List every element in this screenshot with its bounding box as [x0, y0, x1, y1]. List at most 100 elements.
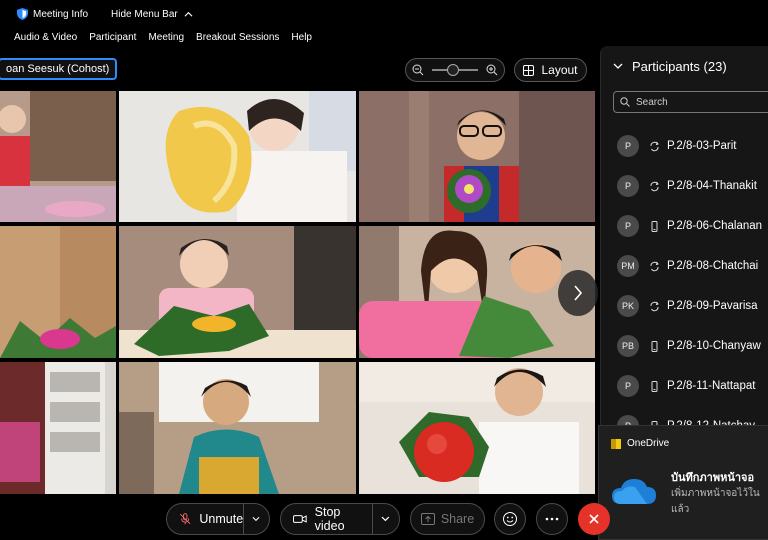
top-bar: Meeting Info Hide Menu Bar — [0, 0, 768, 28]
shield-icon — [17, 8, 28, 20]
participants-header[interactable]: Participants (23) — [613, 59, 727, 74]
zoom-slider-handle[interactable] — [447, 64, 459, 76]
mobile-icon — [651, 220, 658, 232]
chevron-right-icon — [574, 285, 583, 301]
participant-name: P.2/8-08-Chatchai — [667, 260, 759, 272]
participant-video — [0, 226, 116, 358]
onedrive-cloud-icon — [612, 479, 656, 504]
hide-menu-bar-button[interactable]: Hide Menu Bar — [111, 9, 193, 20]
reactions-button[interactable] — [494, 503, 526, 535]
zoom-control — [405, 58, 505, 82]
layout-button[interactable]: Layout — [514, 58, 587, 82]
meeting-info-label: Meeting Info — [33, 8, 89, 20]
notification-app-name: OneDrive — [627, 438, 670, 449]
menu-meeting[interactable]: Meeting — [148, 32, 184, 43]
menu-audio-video[interactable]: Audio & Video — [14, 32, 77, 43]
video-tile[interactable] — [359, 91, 595, 222]
participant-video — [359, 91, 595, 222]
participant-video — [119, 91, 356, 222]
sync-icon — [650, 301, 659, 311]
share-label: Share — [440, 512, 475, 526]
avatar: P — [617, 215, 639, 237]
participant-row[interactable]: P P.2/8-11-Nattapat — [617, 366, 768, 406]
chevron-down-icon[interactable] — [252, 516, 260, 522]
more-icon — [545, 517, 559, 521]
menu-breakout-sessions[interactable]: Breakout Sessions — [196, 32, 279, 43]
sync-icon — [650, 261, 659, 271]
layout-label: Layout — [541, 63, 578, 77]
stop-video-button[interactable]: Stop video — [280, 503, 400, 535]
grid-icon — [523, 64, 535, 76]
share-screen-icon — [420, 513, 435, 525]
chevron-down-icon — [613, 63, 623, 69]
avatar: PB — [617, 335, 639, 357]
next-page-button[interactable] — [558, 270, 598, 316]
participant-video — [119, 226, 356, 358]
mobile-icon — [651, 380, 658, 392]
divider — [243, 504, 245, 534]
search-icon — [620, 97, 630, 107]
participant-video — [0, 91, 116, 222]
mobile-icon — [651, 340, 658, 352]
participant-row[interactable]: P P.2/8-06-Chalanan — [617, 206, 768, 246]
participant-row[interactable]: P P.2/8-03-Parit — [617, 126, 768, 166]
participant-row[interactable]: PK P.2/8-09-Pavarisa — [617, 286, 768, 326]
menu-participant[interactable]: Participant — [89, 32, 136, 43]
video-camera-icon — [293, 515, 307, 523]
video-tile[interactable] — [0, 226, 116, 358]
hide-menu-bar-label: Hide Menu Bar — [111, 8, 178, 20]
notification-body-line: เพิ่มภาพหน้าจอไว้ใน — [671, 488, 760, 499]
video-tile[interactable] — [119, 226, 356, 358]
meeting-info-button[interactable]: Meeting Info — [17, 8, 88, 20]
avatar: PM — [617, 255, 639, 277]
participant-row[interactable]: PB P.2/8-10-Chanyaw — [617, 326, 768, 366]
onedrive-notification[interactable]: OneDrive บันทึกภาพหน้าจอ เพิ่มภาพหน้าจอไ… — [598, 425, 768, 540]
unmute-label: Unmute — [199, 512, 244, 526]
video-tile[interactable] — [119, 362, 356, 494]
sync-icon — [650, 181, 659, 191]
stop-video-label: Stop video — [314, 505, 345, 533]
unmute-button[interactable]: Unmute — [166, 503, 270, 535]
chevron-up-icon — [184, 11, 193, 17]
video-tile[interactable] — [359, 362, 595, 494]
avatar: P — [617, 375, 639, 397]
avatar: P — [617, 135, 639, 157]
divider — [372, 504, 374, 534]
emoji-icon — [503, 512, 517, 526]
microphone-muted-icon — [180, 513, 191, 525]
avatar: P — [617, 175, 639, 197]
avatar: PK — [617, 295, 639, 317]
participant-name: P.2/8-03-Parit — [667, 140, 737, 152]
participant-name: P.2/8-06-Chalanan — [667, 220, 763, 232]
participant-list: P P.2/8-03-Parit P P.2/8-04-Thanakit P P… — [617, 126, 768, 446]
sync-icon — [650, 141, 659, 151]
participant-name: P.2/8-11-Nattapat — [667, 380, 756, 392]
onedrive-app-icon — [611, 438, 621, 449]
participant-name: P.2/8-04-Thanakit — [667, 180, 757, 192]
participants-title: Participants (23) — [632, 59, 727, 74]
participant-name: P.2/8-09-Pavarisa — [667, 300, 758, 312]
zoom-in-icon[interactable] — [486, 64, 498, 76]
menu-bar: Audio & Video Participant Meeting Breako… — [0, 28, 324, 46]
zoom-out-icon[interactable] — [412, 64, 424, 76]
video-tile[interactable] — [119, 91, 356, 222]
search-placeholder: Search — [636, 96, 668, 108]
leave-meeting-button[interactable] — [578, 503, 610, 535]
active-speaker-label: oan Seesuk (Cohost) — [0, 58, 118, 80]
notification-body-line: แล้ว — [671, 504, 690, 515]
participant-video — [119, 362, 356, 494]
menu-help[interactable]: Help — [291, 32, 312, 43]
notification-title: บันทึกภาพหน้าจอ — [671, 472, 755, 484]
participant-video — [359, 362, 595, 494]
more-options-button[interactable] — [536, 503, 568, 535]
zoom-slider[interactable] — [432, 64, 478, 76]
participant-name: P.2/8-10-Chanyaw — [667, 340, 761, 352]
share-button[interactable]: Share — [410, 503, 485, 535]
video-tile[interactable] — [0, 362, 116, 494]
video-tile[interactable] — [0, 91, 116, 222]
chevron-down-icon[interactable] — [381, 516, 390, 522]
notification-header: OneDrive — [611, 438, 669, 449]
participant-row[interactable]: P P.2/8-04-Thanakit — [617, 166, 768, 206]
participants-search-input[interactable]: Search — [613, 91, 768, 113]
participant-row[interactable]: PM P.2/8-08-Chatchai — [617, 246, 768, 286]
